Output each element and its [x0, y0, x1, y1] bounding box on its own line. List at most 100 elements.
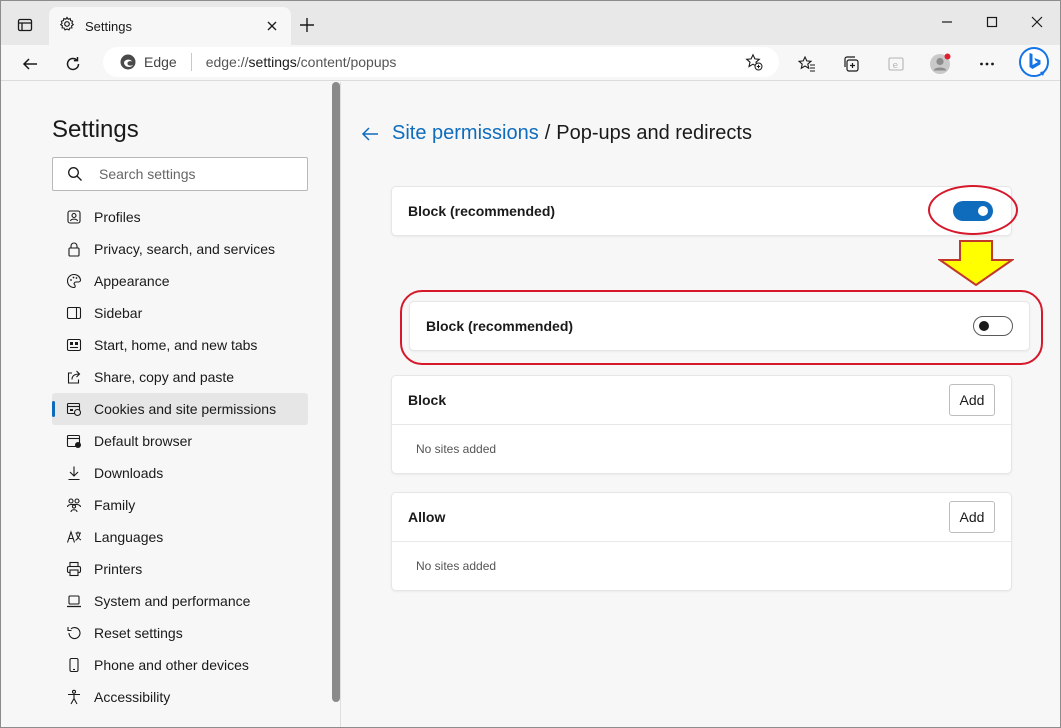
tab-title: Settings — [85, 18, 132, 34]
edge-logo-icon — [119, 53, 137, 71]
block-recommended-toggle-off[interactable] — [973, 316, 1013, 336]
sidebar-item-start-home[interactable]: Start, home, and new tabs — [52, 329, 308, 361]
refresh-icon[interactable] — [59, 50, 87, 78]
close-tab-icon[interactable] — [263, 17, 281, 35]
minimize-icon[interactable] — [932, 9, 962, 35]
sidebar-item-cookies[interactable]: Cookies and site permissions — [52, 393, 308, 425]
sidebar-item-label: Downloads — [94, 465, 164, 481]
address-divider — [190, 53, 192, 71]
sidebar-item-system[interactable]: System and performance — [52, 585, 308, 617]
profile-avatar-icon[interactable] — [926, 50, 954, 78]
share-icon — [66, 369, 82, 385]
sidebar-item-label: Cookies and site permissions — [94, 401, 277, 417]
sidebar-item-label: Sidebar — [94, 305, 143, 321]
breadcrumb-site-permissions-link[interactable]: Site permissions — [392, 122, 539, 145]
sidebar-icon — [66, 305, 82, 321]
search-icon — [67, 166, 83, 182]
back-arrow-icon[interactable] — [359, 123, 381, 145]
sidebar-item-downloads[interactable]: Downloads — [52, 457, 308, 489]
annotation-oval — [928, 185, 1018, 235]
laptop-icon — [66, 593, 82, 609]
sidebar-item-label: Reset settings — [94, 625, 183, 641]
sidebar-item-privacy[interactable]: Privacy, search, and services — [52, 233, 308, 265]
sidebar-item-default-browser[interactable]: Default browser — [52, 425, 308, 457]
favorites-icon[interactable] — [793, 50, 821, 78]
site-name: Edge — [144, 54, 177, 70]
sidebar-item-appearance[interactable]: Appearance — [52, 265, 308, 297]
sidebar-item-label: Share, copy and paste — [94, 369, 235, 385]
sidebar-item-languages[interactable]: Languages — [52, 521, 308, 553]
browser-window: Settings Edge edge://settings/content/po… — [0, 0, 1061, 728]
url-text: edge://settings/content/popups — [206, 54, 743, 70]
sidebar-item-printers[interactable]: Printers — [52, 553, 308, 585]
block-recommended-card: Block (recommended) — [392, 187, 1011, 235]
tab-settings[interactable]: Settings — [49, 7, 291, 45]
tab-bar: Settings — [1, 1, 1060, 45]
url-prefix: edge:// — [205, 54, 249, 70]
breadcrumb-separator: / — [544, 122, 551, 144]
sidebar-item-label: System and performance — [94, 593, 251, 609]
sidebar-item-phone[interactable]: Phone and other devices — [52, 649, 308, 681]
search-settings-input[interactable]: Search settings — [52, 157, 308, 191]
profile-icon — [66, 209, 82, 225]
sidebar-item-label: Printers — [94, 561, 143, 577]
toggle-knob — [979, 321, 989, 331]
lock-icon — [66, 241, 82, 257]
sidebar-item-label: Profiles — [94, 209, 141, 225]
settings-nav: Profiles Privacy, search, and services A… — [52, 201, 308, 713]
allow-empty-text: No sites added — [416, 559, 497, 573]
sidebar-item-label: Default browser — [94, 433, 193, 449]
sidebar-item-label: Phone and other devices — [94, 657, 249, 673]
address-bar[interactable]: Edge edge://settings/content/popups — [103, 47, 779, 77]
home-tabs-icon — [66, 337, 82, 353]
sidebar-item-share[interactable]: Share, copy and paste — [52, 361, 308, 393]
block-recommended-card-off: Block (recommended) — [410, 302, 1029, 350]
settings-sidebar: Settings Search settings Profiles Privac… — [1, 82, 341, 727]
more-options-icon[interactable] — [973, 50, 1001, 78]
page-title: Pop-ups and redirects — [556, 122, 752, 144]
close-window-icon[interactable] — [1022, 9, 1052, 35]
sidebar-scrollbar[interactable] — [332, 82, 340, 702]
tab-actions-icon[interactable] — [13, 13, 37, 37]
block-recommended-label: Block (recommended) — [408, 203, 556, 219]
url-rest: /content/popups — [296, 54, 397, 70]
block-add-button[interactable]: Add — [949, 384, 995, 416]
settings-title: Settings — [52, 116, 139, 143]
block-section-title: Block — [408, 392, 447, 408]
allow-add-button[interactable]: Add — [949, 501, 995, 533]
sidebar-item-profiles[interactable]: Profiles — [52, 201, 308, 233]
phone-icon — [66, 657, 82, 673]
sidebar-item-label: Start, home, and new tabs — [94, 337, 258, 353]
block-sites-card: Block Add No sites added — [392, 376, 1011, 473]
sidebar-item-accessibility[interactable]: Accessibility — [52, 681, 308, 713]
bing-chat-icon[interactable] — [1018, 46, 1050, 78]
annotation-down-arrow — [938, 240, 1014, 286]
maximize-icon[interactable] — [977, 9, 1007, 35]
new-tab-icon[interactable] — [295, 13, 319, 37]
back-arrow-icon[interactable] — [16, 50, 44, 78]
collections-icon[interactable] — [837, 50, 865, 78]
sidebar-item-label: Appearance — [94, 273, 170, 289]
block-empty-text: No sites added — [416, 442, 497, 456]
add-favorite-icon[interactable] — [743, 51, 765, 73]
browser-icon — [66, 433, 82, 449]
svg-text:e: e — [893, 61, 899, 71]
search-placeholder: Search settings — [99, 166, 196, 182]
sidebar-item-reset[interactable]: Reset settings — [52, 617, 308, 649]
reset-icon — [66, 625, 82, 641]
ie-mode-icon[interactable]: e — [882, 50, 910, 78]
gear-icon — [59, 16, 75, 37]
sidebar-item-label: Privacy, search, and services — [94, 241, 276, 257]
sidebar-item-sidebar[interactable]: Sidebar — [52, 297, 308, 329]
sidebar-item-family[interactable]: Family — [52, 489, 308, 521]
url-main: settings — [248, 54, 297, 70]
accessibility-icon — [66, 689, 82, 705]
languages-icon — [66, 529, 82, 545]
cookies-icon — [66, 401, 82, 417]
block-recommended-label: Block (recommended) — [426, 318, 574, 334]
address-toolbar: Edge edge://settings/content/popups e — [1, 45, 1060, 81]
allow-sites-card: Allow Add No sites added — [392, 493, 1011, 590]
allow-section-title: Allow — [408, 509, 446, 525]
palette-icon — [66, 273, 82, 289]
printer-icon — [66, 561, 82, 577]
